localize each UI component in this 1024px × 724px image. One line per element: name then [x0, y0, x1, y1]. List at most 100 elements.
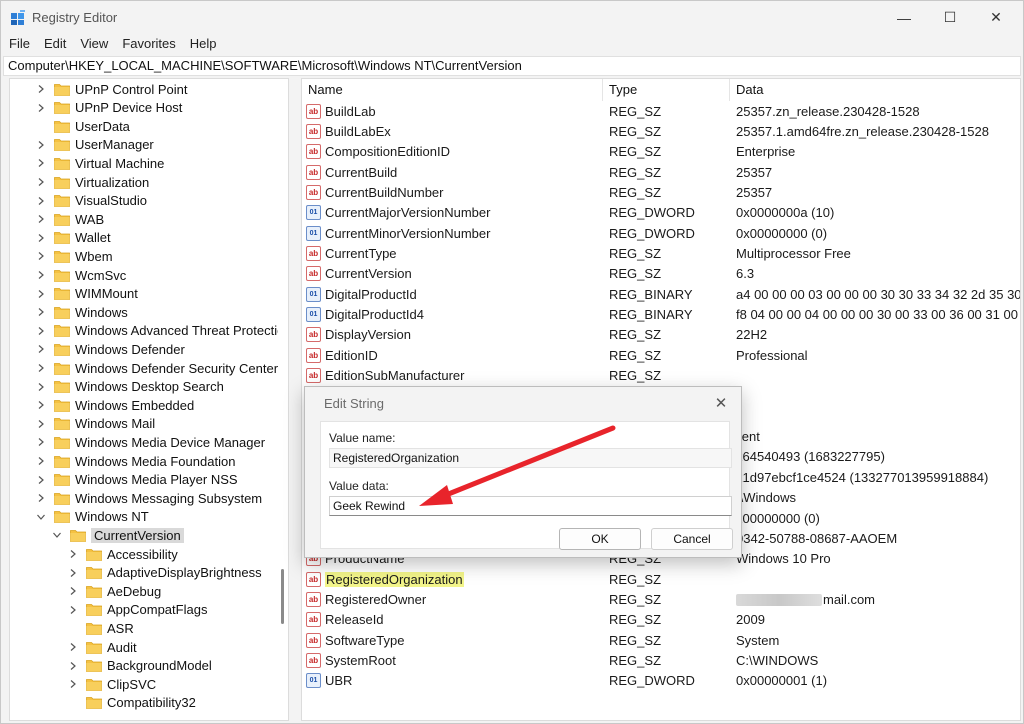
chevron-right-icon[interactable] [36, 307, 46, 317]
tree-item[interactable]: WIMMount [36, 285, 138, 303]
chevron-right-icon[interactable] [36, 84, 46, 94]
tree-item[interactable]: Wbem [36, 247, 113, 265]
chevron-right-icon[interactable] [36, 363, 46, 373]
value-row[interactable]: ab EditionID REG_SZ Professional [302, 345, 1020, 365]
minimize-button[interactable]: — [881, 1, 927, 34]
tree-item[interactable]: VisualStudio [36, 192, 147, 210]
tree-item[interactable]: UserData [36, 117, 130, 135]
chevron-right-icon[interactable] [36, 270, 46, 280]
close-window-button[interactable]: ✕ [973, 1, 1019, 34]
address-bar[interactable]: Computer\HKEY_LOCAL_MACHINE\SOFTWARE\Mic… [3, 56, 1021, 76]
cancel-button[interactable]: Cancel [651, 528, 733, 550]
value-row[interactable]: ab CurrentVersion REG_SZ 6.3 [302, 264, 1020, 284]
chevron-right-icon[interactable] [36, 196, 46, 206]
chevron-right-icon[interactable] [68, 642, 78, 652]
chevron-right-icon[interactable] [36, 140, 46, 150]
value-row[interactable]: ab CurrentBuildNumber REG_SZ 25357 [302, 182, 1020, 202]
tree-scrollbar[interactable] [278, 79, 288, 720]
menu-help[interactable]: Help [183, 34, 224, 54]
column-header-data[interactable]: Data [730, 79, 1020, 101]
chevron-right-icon[interactable] [36, 158, 46, 168]
menu-favorites[interactable]: Favorites [115, 34, 182, 54]
key-tree-pane[interactable]: UPnP Control Point UPnP Device Host UserDa… [9, 78, 289, 721]
tree-item[interactable]: Windows Media Device Manager [36, 433, 265, 451]
chevron-right-icon[interactable] [68, 661, 78, 671]
value-row[interactable]: ab SystemRoot REG_SZ C:\WINDOWS [302, 650, 1020, 670]
value-row[interactable]: ab EditionSubManufacturer REG_SZ [302, 366, 1020, 386]
tree-item[interactable]: Accessibility [68, 545, 178, 563]
chevron-right-icon[interactable] [68, 568, 78, 578]
pane-splitter[interactable] [289, 78, 301, 721]
chevron-right-icon[interactable] [36, 456, 46, 466]
menu-edit[interactable]: Edit [37, 34, 73, 54]
chevron-right-icon[interactable] [68, 679, 78, 689]
chevron-right-icon[interactable] [36, 382, 46, 392]
dialog-close-button[interactable]: ✕ [711, 393, 731, 413]
menu-view[interactable]: View [73, 34, 115, 54]
chevron-down-icon[interactable] [52, 530, 62, 540]
tree-item[interactable]: Virtualization [36, 173, 149, 191]
value-row[interactable]: 01 DigitalProductId4 REG_BINARY f8 04 00 00… [302, 305, 1020, 325]
value-row[interactable]: 01 CurrentMinorVersionNumber REG_DWORD 0x00… [302, 223, 1020, 243]
tree-item[interactable]: Wallet [36, 229, 111, 247]
tree-item[interactable]: CurrentVersion [52, 526, 184, 544]
value-row[interactable]: ab BuildLabEx REG_SZ 25357.1.amd64fre.zn_re… [302, 121, 1020, 141]
value-row[interactable]: ab RegisteredOrganization REG_SZ [302, 569, 1020, 589]
tree-scrollbar-thumb[interactable] [281, 569, 284, 624]
tree-item[interactable]: ASR [68, 619, 134, 637]
tree-item[interactable]: UserManager [36, 136, 154, 154]
value-row[interactable]: ab DisplayVersion REG_SZ 22H2 [302, 325, 1020, 345]
tree-item[interactable]: Audit [68, 638, 137, 656]
chevron-right-icon[interactable] [36, 344, 46, 354]
value-row[interactable]: ab CurrentBuild REG_SZ 25357 [302, 162, 1020, 182]
tree-item[interactable]: WAB [36, 210, 104, 228]
chevron-right-icon[interactable] [68, 605, 78, 615]
tree-item[interactable]: Windows Embedded [36, 396, 194, 414]
chevron-right-icon[interactable] [68, 586, 78, 596]
chevron-right-icon[interactable] [36, 177, 46, 187]
chevron-right-icon[interactable] [36, 326, 46, 336]
tree-item[interactable]: Windows Media Foundation [36, 452, 235, 470]
value-row[interactable]: ab CurrentType REG_SZ Multiprocessor Free [302, 243, 1020, 263]
chevron-right-icon[interactable] [36, 475, 46, 485]
value-row[interactable]: ab SoftwareType REG_SZ System [302, 630, 1020, 650]
chevron-right-icon[interactable] [36, 419, 46, 429]
value-row[interactable]: 01 CurrentMajorVersionNumber REG_DWORD 0x00… [302, 203, 1020, 223]
tree-item[interactable]: AeDebug [68, 582, 161, 600]
tree-item[interactable]: AdaptiveDisplayBrightness [68, 564, 262, 582]
value-row[interactable]: 01 UBR REG_DWORD 0x00000001 (1) [302, 671, 1020, 691]
tree-item[interactable]: Compatibility32 [68, 694, 196, 712]
chevron-down-icon[interactable] [36, 512, 46, 522]
tree-item[interactable]: Windows Defender Security Center [36, 359, 278, 377]
chevron-right-icon[interactable] [68, 549, 78, 559]
ok-button[interactable]: OK [559, 528, 641, 550]
value-row[interactable]: 01 DigitalProductId REG_BINARY a4 00 00 00 … [302, 284, 1020, 304]
value-row[interactable]: ab ReleaseId REG_SZ 2009 [302, 610, 1020, 630]
column-header-name[interactable]: Name [302, 79, 603, 101]
chevron-right-icon[interactable] [36, 437, 46, 447]
tree-item[interactable]: Virtual Machine [36, 154, 164, 172]
tree-item[interactable]: AppCompatFlags [68, 601, 207, 619]
tree-item[interactable]: Windows Desktop Search [36, 378, 224, 396]
tree-item[interactable]: Windows Defender [36, 340, 185, 358]
chevron-right-icon[interactable] [36, 400, 46, 410]
chevron-right-icon[interactable] [36, 289, 46, 299]
chevron-right-icon[interactable] [36, 103, 46, 113]
tree-item[interactable]: Windows NT [36, 508, 149, 526]
tree-item[interactable]: BackgroundModel [68, 657, 212, 675]
value-row[interactable]: ab BuildLab REG_SZ 25357.zn_release.230428-… [302, 101, 1020, 121]
chevron-right-icon[interactable] [36, 251, 46, 261]
maximize-button[interactable]: ☐ [927, 1, 973, 34]
tree-item[interactable]: WcmSvc [36, 266, 126, 284]
chevron-right-icon[interactable] [36, 233, 46, 243]
menu-file[interactable]: File [1, 34, 37, 54]
tree-item[interactable]: Windows Media Player NSS [36, 471, 238, 489]
tree-item[interactable]: UPnP Device Host [36, 99, 182, 117]
tree-item[interactable]: UPnP Control Point [36, 80, 188, 98]
chevron-right-icon[interactable] [36, 214, 46, 224]
tree-item[interactable]: Windows Messaging Subsystem [36, 489, 262, 507]
tree-item[interactable]: Windows Advanced Threat Protection [36, 322, 288, 340]
tree-item[interactable]: ClipSVC [68, 675, 156, 693]
column-header-type[interactable]: Type [603, 79, 730, 101]
tree-item[interactable]: Windows Mail [36, 415, 155, 433]
